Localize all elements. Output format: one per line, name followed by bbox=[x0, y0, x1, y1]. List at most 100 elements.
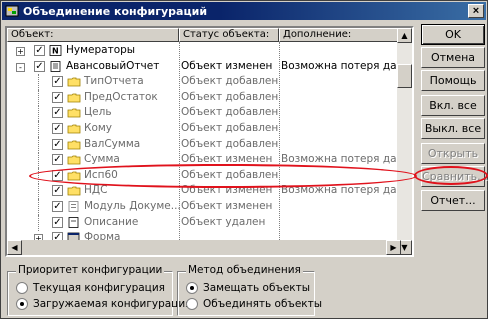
item-checkbox[interactable]: ✓ bbox=[52, 216, 63, 228]
item-checkbox[interactable]: ✓ bbox=[52, 91, 63, 103]
item-checkbox[interactable]: ✓ bbox=[52, 200, 63, 212]
radio-current-config[interactable]: Текущая конфигурация bbox=[16, 282, 165, 294]
object-label: Цель bbox=[84, 106, 112, 119]
object-label: ВалСумма bbox=[84, 137, 141, 150]
object-cell: - ✓ АвансовыйОтчет bbox=[7, 59, 179, 75]
config-app-icon bbox=[5, 5, 19, 17]
tree-row[interactable]: ✓ Цель Объект добавлен bbox=[7, 105, 401, 122]
close-button[interactable]: × bbox=[468, 4, 484, 18]
radio-replace-objects-dot[interactable] bbox=[186, 282, 198, 294]
report-button[interactable]: Отчет... bbox=[421, 190, 485, 211]
merge-config-dialog: Объединение конфигураций × Объект: Стату… bbox=[0, 0, 488, 319]
tree-line bbox=[38, 136, 39, 153]
extra-cell bbox=[279, 43, 401, 59]
extra-cell bbox=[279, 90, 401, 106]
tree-row[interactable]: - ✓ АвансовыйОтчет Объект изменен Возможна п… bbox=[7, 59, 401, 75]
object-label: АвансовыйОтчет bbox=[66, 59, 160, 72]
item-checkbox[interactable]: ✓ bbox=[52, 76, 63, 88]
status-cell: Объект изменен bbox=[181, 199, 273, 212]
help-button[interactable]: Помощь bbox=[421, 70, 485, 91]
tree-row[interactable]: ✓ ТипОтчета Объект добавлен bbox=[7, 74, 401, 91]
extra-cell bbox=[279, 137, 401, 153]
object-label: ПредОстаток bbox=[84, 90, 158, 103]
list-header: Объект: Статус объекта: Дополнение: bbox=[7, 28, 401, 42]
expand-icon[interactable]: + bbox=[16, 47, 25, 56]
title-bar: Объединение конфигураций × bbox=[2, 2, 486, 20]
highlight-ellipse-compare bbox=[414, 166, 488, 185]
tree-row[interactable]: ✓ ВалСумма Объект добавлен bbox=[7, 136, 401, 153]
object-cell: + ✓ N Нумераторы bbox=[7, 43, 179, 59]
radio-replace-objects[interactable]: Замещать объекты bbox=[186, 282, 310, 294]
window-title: Объединение конфигураций bbox=[23, 4, 208, 18]
extra-cell bbox=[279, 121, 401, 137]
object-label: НДС bbox=[84, 184, 108, 197]
column-header-extra[interactable]: Дополнение: bbox=[279, 28, 401, 42]
item-checkbox[interactable]: ✓ bbox=[52, 138, 63, 150]
item-checkbox[interactable]: ✓ bbox=[52, 122, 63, 134]
ok-button[interactable]: OK bbox=[421, 24, 485, 45]
close-icon: × bbox=[472, 4, 480, 17]
radio-current-config-label: Текущая конфигурация bbox=[33, 282, 165, 294]
item-checkbox[interactable]: ✓ bbox=[34, 60, 45, 72]
priority-group-title: Приоритет конфигурации bbox=[16, 264, 165, 276]
tree-rows: + ✓ N Нумераторы - ✓ АвансовыйОтчет Объект изме… bbox=[7, 43, 401, 255]
radio-loaded-config[interactable]: Загружаемая конфигурация bbox=[16, 298, 191, 310]
object-cell: ✓ ВалСумма bbox=[7, 136, 179, 153]
svg-text:N: N bbox=[52, 47, 59, 56]
folder-icon bbox=[67, 92, 81, 103]
objects-tree-list[interactable]: Объект: Статус объекта: Дополнение: + ✓ N Н… bbox=[5, 26, 414, 257]
radio-merge-objects[interactable]: Объединять объекты bbox=[186, 298, 322, 310]
vertical-scrollbar[interactable]: ▲ ▼ bbox=[397, 28, 412, 255]
folder-icon bbox=[67, 139, 81, 150]
folder-icon bbox=[67, 154, 81, 165]
tree-row[interactable]: ✓ Описание Объект удален bbox=[7, 214, 401, 231]
object-label: Нумераторы bbox=[66, 44, 136, 56]
scroll-right-button[interactable]: ▶ bbox=[386, 240, 401, 255]
extra-cell: Возможна потеря данных!! bbox=[281, 59, 401, 72]
status-cell: Объект добавлен bbox=[181, 75, 279, 88]
radio-merge-objects-label: Объединять объекты bbox=[203, 298, 323, 310]
arrow-right-icon: ▶ bbox=[390, 243, 397, 252]
object-cell: ✓ Цель bbox=[7, 105, 179, 122]
select-all-button[interactable]: Вкл. все bbox=[421, 95, 485, 116]
scroll-up-button[interactable]: ▲ bbox=[397, 28, 412, 43]
radio-merge-objects-dot[interactable] bbox=[186, 298, 198, 310]
tree-line bbox=[38, 120, 39, 137]
column-header-object[interactable]: Объект: bbox=[7, 28, 179, 42]
extra-cell bbox=[279, 199, 401, 215]
extra-cell bbox=[279, 215, 401, 231]
tree-row[interactable]: ✓ Модуль Докуме... Объект изменен bbox=[7, 198, 401, 215]
status-cell: Объект добавлен bbox=[181, 137, 279, 150]
extra-cell bbox=[279, 74, 401, 90]
tree-row[interactable]: ✓ Кому Объект добавлен bbox=[7, 120, 401, 137]
column-header-status[interactable]: Статус объекта: bbox=[179, 28, 279, 42]
tree-row[interactable]: ✓ ПредОстаток Объект добавлен bbox=[7, 89, 401, 106]
radio-loaded-config-dot[interactable] bbox=[16, 298, 28, 310]
status-cell: Объект изменен bbox=[181, 59, 273, 72]
cancel-button[interactable]: Отмена bbox=[421, 47, 485, 68]
radio-current-config-dot[interactable] bbox=[16, 282, 28, 294]
item-checkbox[interactable]: ✓ bbox=[52, 154, 63, 166]
tree-row[interactable]: + ✓ N Нумераторы bbox=[7, 43, 401, 59]
item-checkbox[interactable]: ✓ bbox=[34, 45, 45, 56]
status-cell: Объект удален bbox=[181, 215, 266, 228]
scroll-thumb[interactable] bbox=[397, 64, 412, 88]
arrow-up-icon: ▲ bbox=[401, 31, 408, 40]
open-button[interactable]: Открыть bbox=[421, 143, 485, 164]
folder-icon bbox=[67, 76, 81, 87]
deselect-all-button[interactable]: Выкл. все bbox=[421, 118, 485, 139]
object-cell: ✓ Модуль Докуме... bbox=[7, 198, 181, 215]
document-icon bbox=[49, 60, 63, 72]
status-cell: Объект добавлен bbox=[181, 121, 279, 134]
tree-line bbox=[38, 214, 39, 231]
collapse-icon[interactable]: - bbox=[16, 62, 25, 72]
horizontal-scrollbar[interactable]: ◀ ▶ bbox=[7, 240, 401, 255]
object-label: ТипОтчета bbox=[84, 75, 144, 88]
item-checkbox[interactable]: ✓ bbox=[52, 107, 63, 119]
tree-line bbox=[38, 198, 39, 215]
object-cell: ✓ Описание bbox=[7, 214, 179, 231]
folder-icon bbox=[67, 123, 81, 134]
tree-line bbox=[38, 74, 39, 91]
item-checkbox[interactable]: ✓ bbox=[52, 185, 63, 197]
scroll-left-button[interactable]: ◀ bbox=[7, 240, 22, 255]
